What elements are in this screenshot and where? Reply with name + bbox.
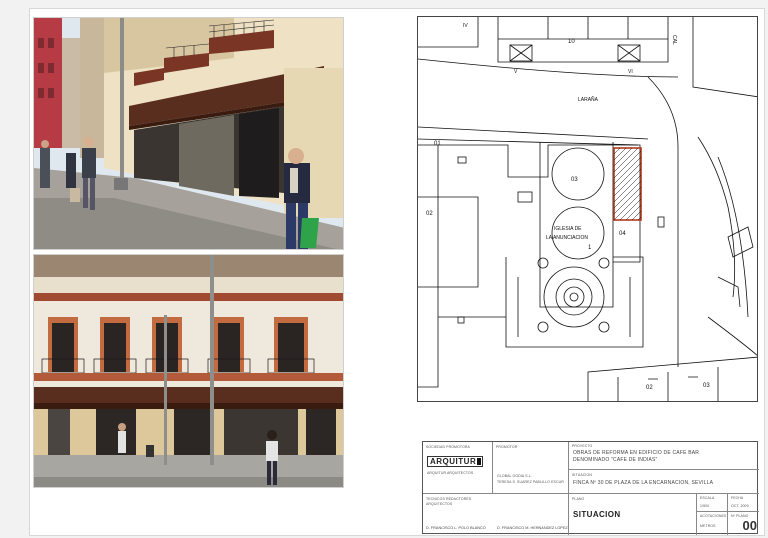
- project-plot-hatching: [613, 147, 642, 221]
- plan-title: SITUACION: [573, 510, 621, 519]
- developer-cell: SOCIEDAD PROMOTORA ARQUITUR ARQUITUR ARQ…: [423, 442, 493, 494]
- owner-label: PROMOTOR: [496, 445, 518, 449]
- units-cell: ACOTACIONES METROS: [697, 512, 728, 535]
- plan-label: PLANO: [572, 497, 585, 501]
- scale-value: 1/500: [700, 504, 710, 508]
- date-label: FECHA: [731, 496, 744, 500]
- project-value: DENOMINADO "CAFE DE INDIAS": [573, 457, 658, 463]
- street-photo: [33, 17, 344, 250]
- date-value: OCT. 2009: [731, 504, 749, 508]
- site-plan-map: IV V VI CAL 10 LARAÑA 03 04 02 IGLESIA D…: [417, 16, 758, 402]
- developer-sub: ARQUITUR ARQUITECTOS: [427, 471, 474, 475]
- owner-cell: PROMOTOR GLOBAL GODIA S.L. TERESA S. SUA…: [493, 442, 569, 494]
- title-block: SOCIEDAD PROMOTORA ARQUITUR ARQUITUR ARQ…: [422, 441, 759, 535]
- map-church-label: IGLESIA DE: [554, 226, 582, 232]
- authors-label: TECNICOS REDACTORES: [426, 497, 472, 501]
- signature-2: D. FRANCISCO M. HERNANDEZ LOPEZ: [497, 526, 568, 530]
- sheet-number: 00: [742, 518, 757, 533]
- owner-value: TERESA S. SUAREZ PABLILLO ESCUR: [497, 480, 564, 484]
- map-lot-number: 02: [646, 385, 653, 391]
- map-lot-number: 03: [571, 177, 578, 183]
- owner-value: GLOBAL GODIA S.L.: [497, 474, 532, 478]
- map-misc-label: V: [514, 69, 518, 75]
- map-lot-number: 01: [434, 141, 441, 147]
- signature-1: D. FRANCISCO L. POLO BLANCO: [426, 526, 486, 530]
- date-cell: FECHA OCT. 2009: [728, 494, 759, 512]
- location-value: FINCA Nº 30 DE PLAZA DE LA ENCARNACION, …: [573, 480, 714, 486]
- project-label: PROYECTO: [572, 444, 593, 448]
- project-cell: PROYECTO OBRAS DE REFORMA EN EDIFICIO DE…: [569, 442, 759, 470]
- developer-label: SOCIEDAD PROMOTORA: [426, 445, 470, 449]
- map-misc-label: IV: [463, 23, 468, 29]
- units-label: ACOTACIONES: [700, 514, 727, 518]
- facade-photo: [33, 254, 344, 488]
- location-cell: SITUACION FINCA Nº 30 DE PLAZA DE LA ENC…: [569, 470, 759, 494]
- map-lot-number: 10: [568, 39, 575, 45]
- location-label: SITUACION: [572, 473, 592, 477]
- map-misc-label: VI: [628, 69, 633, 75]
- map-lot-number: 03: [703, 383, 710, 389]
- units-value: METROS: [700, 524, 716, 528]
- map-street-name: LARAÑA: [578, 96, 599, 103]
- authors-sub: ARQUITECTOS: [426, 502, 453, 506]
- arquitur-logo: ARQUITUR: [427, 456, 483, 467]
- scale-cell: ESCALA 1/500: [697, 494, 728, 512]
- map-church-label: LA ANUNCIACION: [546, 235, 588, 241]
- project-value: OBRAS DE REFORMA EN EDIFICIO DE CAFE BAR: [573, 450, 700, 456]
- scale-label: ESCALA: [700, 496, 715, 500]
- map-street-label: CAL: [671, 35, 677, 45]
- map-lot-number: 1: [588, 245, 592, 251]
- plan-cell: PLANO SITUACION: [569, 494, 697, 535]
- map-lot-number: 02: [426, 211, 433, 217]
- sheet-number-cell: Nº PLANO 00: [728, 512, 759, 535]
- authors-cell: TECNICOS REDACTORES ARQUITECTOS D. FRANC…: [423, 494, 569, 535]
- map-lot-number: 04: [619, 231, 626, 237]
